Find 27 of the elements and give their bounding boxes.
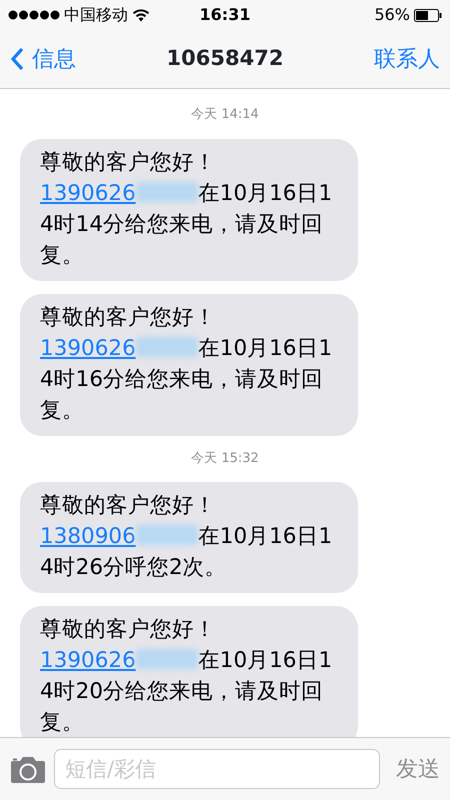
phone-link[interactable]: 1390626: [40, 648, 136, 673]
phone-link[interactable]: 1380906: [40, 524, 136, 549]
send-button[interactable]: 发送: [396, 752, 440, 786]
conversation-title: 10658472: [166, 45, 284, 72]
battery-percent: 56%: [374, 4, 410, 26]
message-text: 尊敬的客户您好！ 1390626 在10月16日14时20分给您来电，请及时回复。: [40, 616, 334, 737]
message-text: 尊敬的客户您好！ 1390626 在10月16日14时14分给您来电，请及时回复。: [40, 148, 334, 270]
message-text: 尊敬的客户您好！ 1390626 在10月16日14时16分给您来电，请及时回复。: [40, 304, 334, 424]
blurred-number: [136, 336, 198, 356]
back-button[interactable]: 信息: [10, 42, 76, 76]
blurred-number: [136, 649, 198, 669]
phone-link[interactable]: 1390626: [40, 180, 136, 206]
blurred-number: [136, 182, 198, 202]
battery-icon: [414, 8, 442, 22]
clock-time: 16:31: [200, 4, 250, 26]
timestamp: 今天 14:14: [190, 106, 260, 124]
blurred-number: [136, 525, 198, 545]
message-input[interactable]: 短信/彩信: [54, 749, 380, 789]
timestamp: 今天 15:32: [190, 450, 260, 468]
message-text: 尊敬的客户您好！ 1380906 在10月16日14时26分呼您2次。: [40, 492, 334, 582]
back-chevron-icon: [10, 47, 24, 71]
phone-link[interactable]: 1390626: [40, 336, 136, 360]
signal-icon: [8, 10, 60, 20]
camera-icon[interactable]: [10, 756, 46, 782]
wifi-icon: [132, 8, 150, 22]
contact-button[interactable]: 联系人: [374, 42, 440, 76]
carrier-name: 中国移动: [64, 4, 128, 26]
